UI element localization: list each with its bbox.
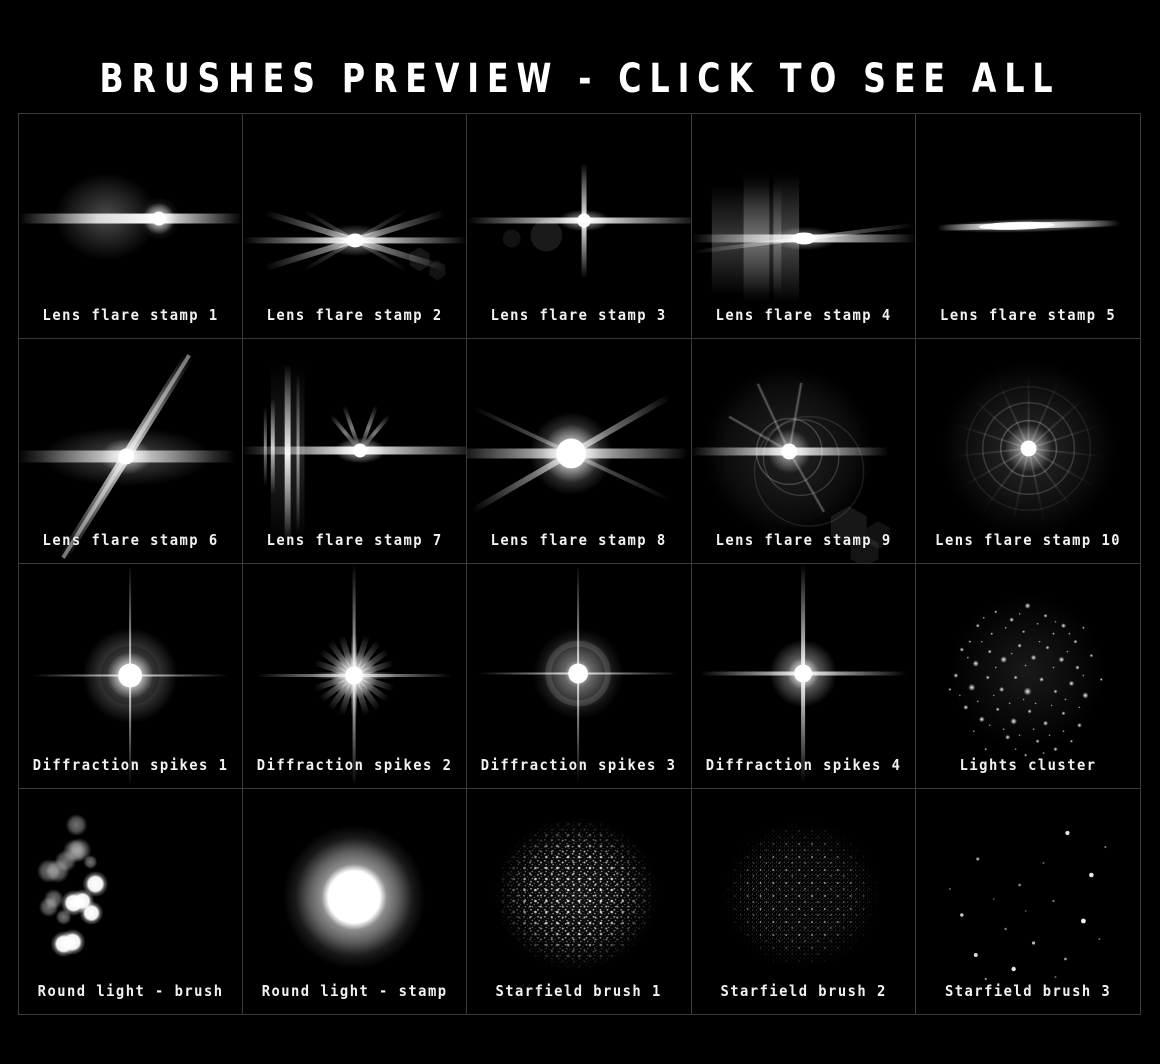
brush-cell-lens-flare-stamp-8[interactable]: Lens flare stamp 8: [467, 339, 692, 564]
brush-cell-label: Lens flare stamp 9: [715, 531, 892, 549]
brush-cell-lens-flare-stamp-2[interactable]: Lens flare stamp 2: [243, 114, 468, 339]
brush-cell-lens-flare-stamp-7[interactable]: Lens flare stamp 7: [243, 339, 468, 564]
brush-cell-label: Lens flare stamp 7: [266, 531, 443, 549]
brush-preview-flare-vertical-bars: [243, 339, 467, 563]
brush-preview-starfield-sparse: [916, 789, 1140, 1014]
brush-cell-lens-flare-stamp-3[interactable]: Lens flare stamp 3: [467, 114, 692, 339]
brush-preview-flare-anamorphic-star: [19, 339, 242, 563]
brush-cell-label: Lens flare stamp 10: [934, 531, 1121, 549]
brush-cell-label: Round light - stamp: [261, 982, 448, 1000]
page-title: BRUSHES PREVIEW - CLICK TO SEE ALL: [99, 56, 1061, 102]
brush-preview-spikes-soft-cross: [467, 564, 690, 788]
brush-cell-label: Lens flare stamp 6: [42, 531, 219, 549]
brush-preview-spikes-sunburst: [243, 564, 466, 788]
brush-cell-label: Lens flare stamp 1: [42, 306, 219, 324]
brush-preview-flare-cross-ghosts: [467, 114, 691, 338]
brush-preview-round-light-brush: [19, 789, 242, 1014]
brush-preview-lights-cluster: [916, 564, 1140, 788]
brush-cell-diffraction-spikes-2[interactable]: Diffraction spikes 2: [243, 564, 468, 789]
brush-preview-starfield-dense: [467, 789, 691, 1014]
brush-cell-lens-flare-stamp-9[interactable]: Lens flare stamp 9: [691, 339, 916, 564]
brush-cell-label: Starfield brush 1: [495, 982, 663, 1000]
brush-preview-flare-thin-streak: [916, 114, 1140, 338]
brush-cell-label: Lens flare stamp 4: [715, 306, 892, 324]
brush-cell-label: Diffraction spikes 2: [256, 756, 453, 774]
brush-cell-lens-flare-stamp-6[interactable]: Lens flare stamp 6: [19, 339, 244, 564]
brush-cell-round-light-stamp[interactable]: Round light - stamp: [243, 789, 468, 1014]
brush-cell-label: Lens flare stamp 2: [266, 306, 443, 324]
brush-cell-label: Lights cluster: [959, 756, 1097, 774]
brush-cell-label: Starfield brush 2: [720, 982, 887, 1000]
brush-cell-diffraction-spikes-3[interactable]: Diffraction spikes 3: [467, 564, 692, 789]
brush-cell-diffraction-spikes-1[interactable]: Diffraction spikes 1: [19, 564, 244, 789]
brush-cell-lens-flare-stamp-10[interactable]: Lens flare stamp 10: [915, 339, 1140, 564]
brush-cell-label: Diffraction spikes 3: [481, 756, 677, 774]
brush-cell-starfield-brush-2[interactable]: Starfield brush 2: [691, 789, 916, 1014]
brush-preview-starfield-fine: [691, 789, 915, 1014]
brushes-grid: Lens flare stamp 1 Lens flare stamp 2 Le…: [18, 113, 1141, 1015]
brush-cell-label: Lens flare stamp 3: [490, 306, 668, 324]
brush-cell-lens-flare-stamp-4[interactable]: Lens flare stamp 4: [691, 114, 916, 339]
brush-cell-lens-flare-stamp-5[interactable]: Lens flare stamp 5: [915, 114, 1140, 339]
brush-cell-starfield-brush-1[interactable]: Starfield brush 1: [467, 789, 692, 1014]
brush-preview-flare-bright-burst: [467, 339, 690, 563]
brush-cell-label: Lens flare stamp 5: [939, 306, 1116, 324]
brush-cell-label: Starfield brush 3: [944, 982, 1112, 1000]
brush-cell-round-light-brush[interactable]: Round light - brush: [19, 789, 244, 1014]
brush-cell-starfield-brush-3[interactable]: Starfield brush 3: [915, 789, 1140, 1014]
brush-preview-flare-streak-offcore: [19, 114, 243, 338]
brush-cell-label: Lens flare stamp 8: [490, 531, 668, 549]
brush-preview-flare-x-rays: [243, 114, 467, 338]
brush-preview-spikes-sharp-cross: [692, 564, 915, 788]
brush-cell-lights-cluster[interactable]: Lights cluster: [915, 564, 1140, 789]
brush-preview-spikes-halo-cross: [19, 564, 242, 788]
brush-preview-flare-rings-hex: [691, 339, 915, 563]
brush-preview-flare-wide-bars: [691, 114, 915, 338]
brush-cell-label: Diffraction spikes 4: [705, 756, 901, 774]
brush-cell-label: Round light - brush: [37, 982, 224, 1000]
brush-cell-lens-flare-stamp-1[interactable]: Lens flare stamp 1: [19, 114, 244, 339]
brush-cell-diffraction-spikes-4[interactable]: Diffraction spikes 4: [691, 564, 916, 789]
brush-cell-label: Diffraction spikes 1: [32, 756, 229, 774]
brush-preview-flare-concentric-rays: [916, 339, 1140, 563]
brush-preview-round-light-stamp: [243, 789, 466, 1014]
